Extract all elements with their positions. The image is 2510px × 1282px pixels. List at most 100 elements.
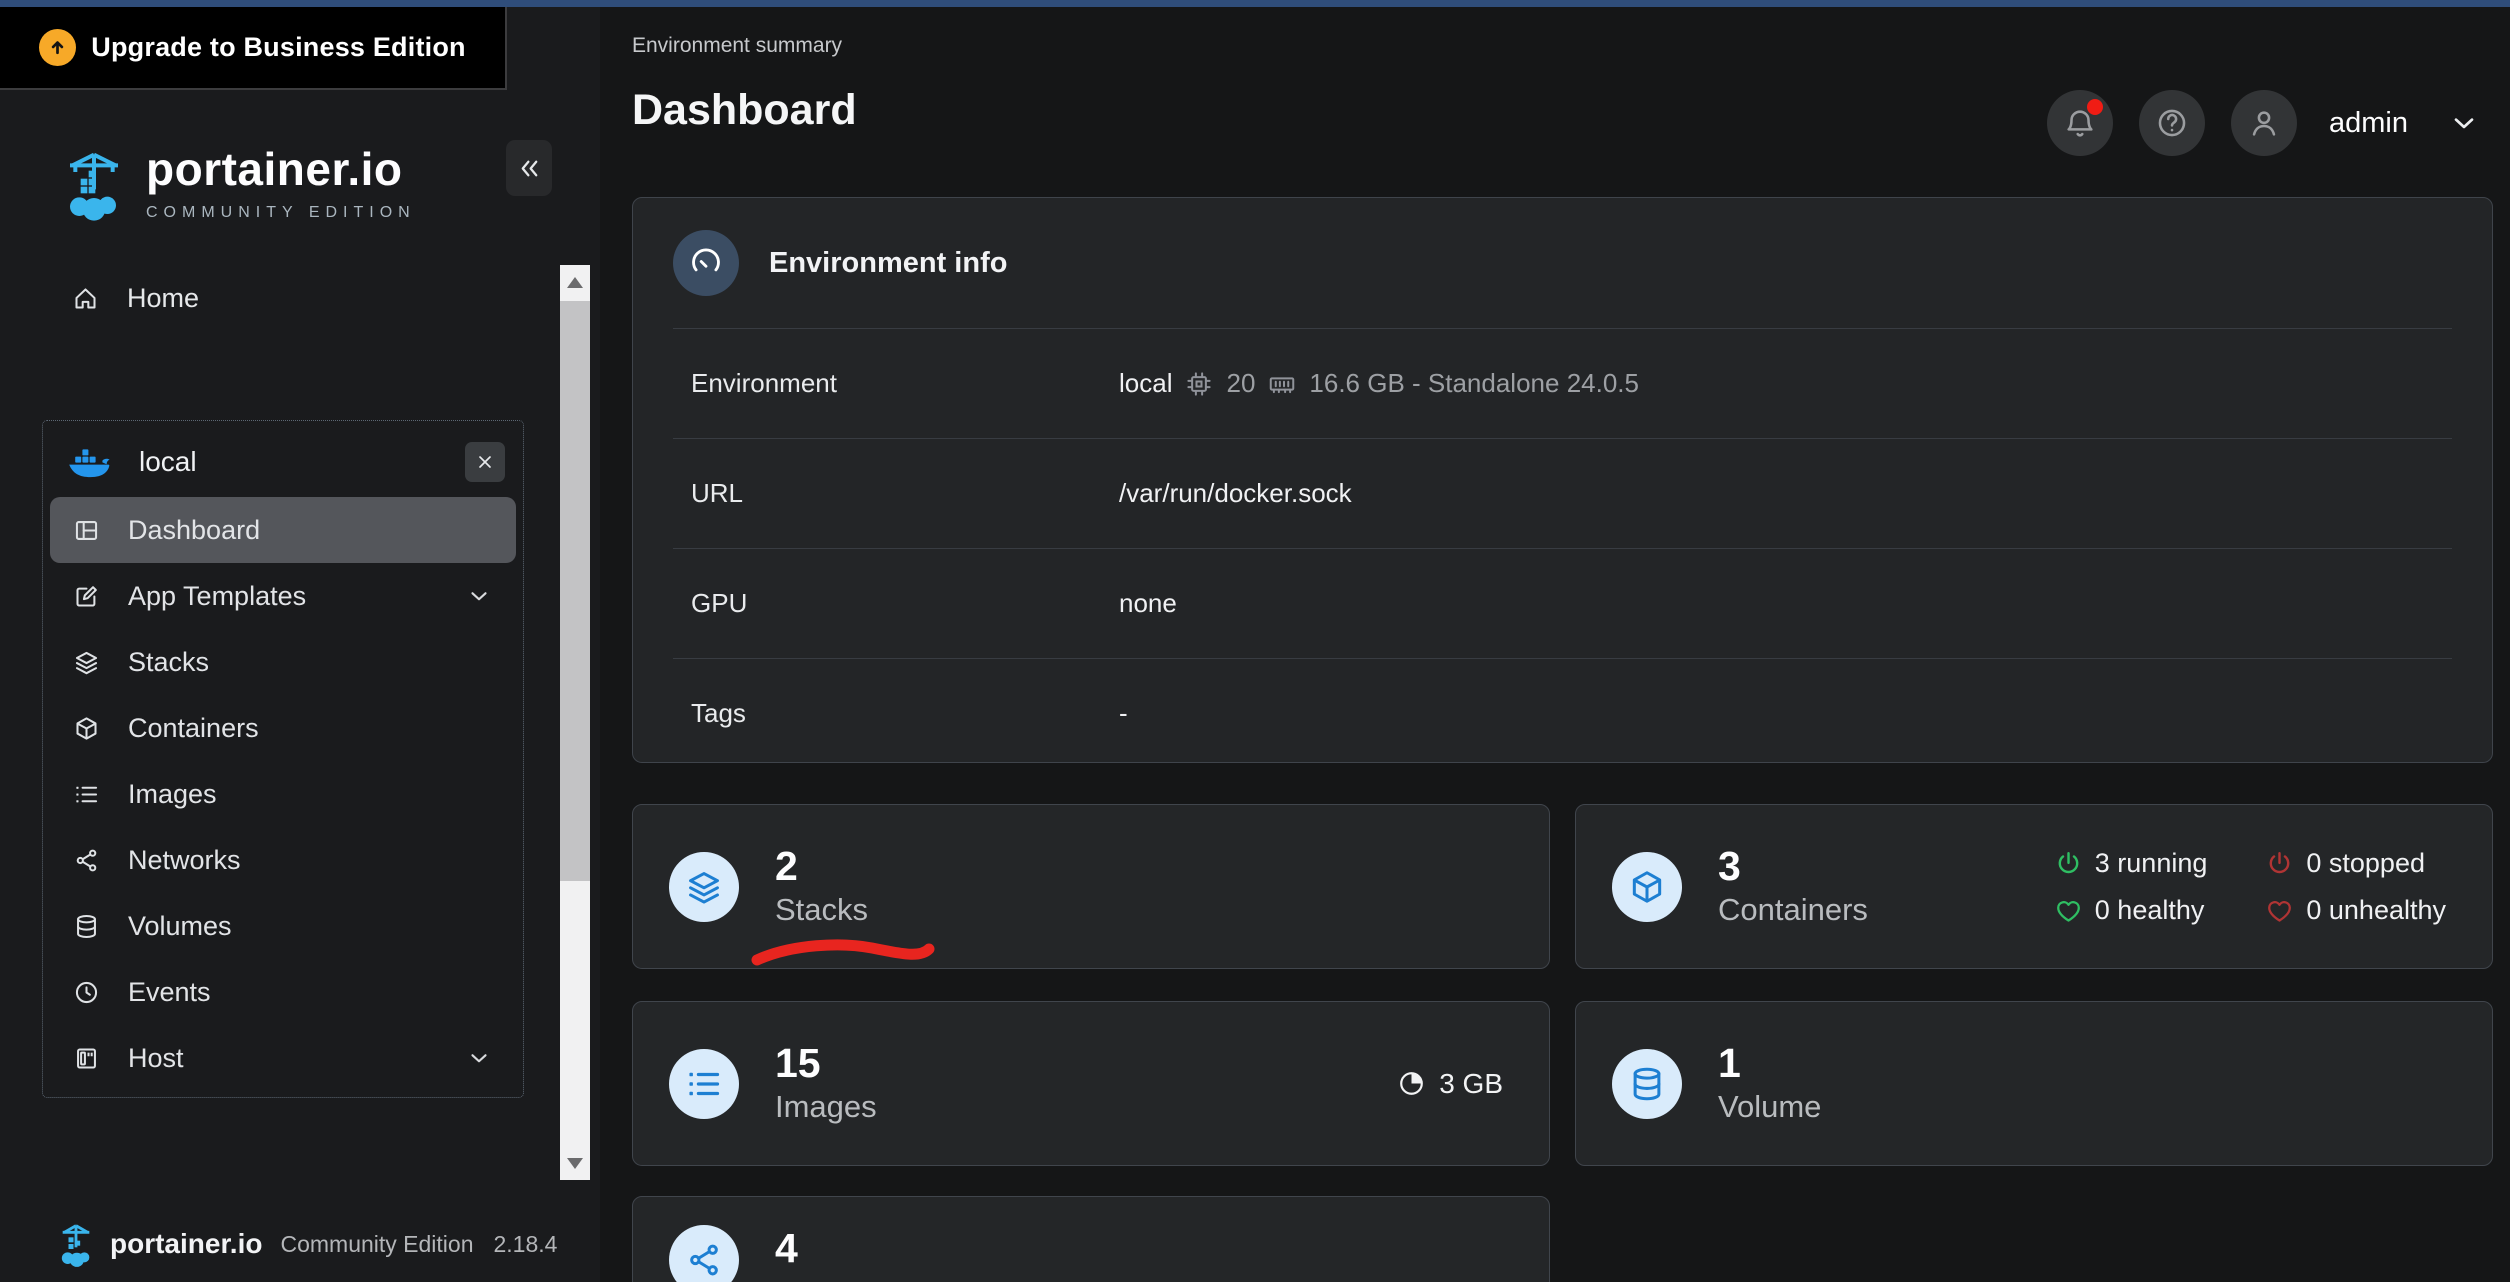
portainer-logo: portainer.io COMMUNITY EDITION (62, 146, 416, 222)
sidebar-item-label: Images (128, 778, 217, 809)
circle-up-arrow-icon (39, 29, 77, 66)
unhealthy-stat: 0 unhealthy (2265, 895, 2446, 926)
sidebar-item-label: Networks (128, 844, 241, 875)
stacks-count: 2 (775, 842, 798, 889)
scrollbar-down-arrow[interactable] (560, 1146, 590, 1180)
header-actions: admin (2047, 90, 2480, 156)
sidebar-item-images[interactable]: Images (50, 761, 516, 827)
environment-name-value: local (1119, 368, 1173, 398)
database-icon (77, 914, 96, 938)
images-size: 3 GB (1397, 1068, 1549, 1100)
username[interactable]: admin (2329, 107, 2408, 140)
cube-icon (1612, 851, 1682, 922)
volumes-label: Volume (1718, 1088, 1822, 1124)
env-row-tags: Tags - (673, 658, 2452, 768)
sidebar-item-label: Host (128, 1042, 184, 1073)
images-card[interactable]: 15 Images 3 GB (632, 1001, 1550, 1166)
triangle-down-icon (567, 1157, 583, 1169)
environment-selector[interactable]: local (43, 427, 523, 497)
brand-name: portainer.io (146, 143, 403, 195)
env-row-label: GPU (691, 588, 748, 618)
upgrade-banner[interactable]: Upgrade to Business Edition (0, 7, 507, 90)
memory-spec: 16.6 GB - Standalone 24.0.5 (1309, 368, 1639, 398)
containers-card[interactable]: 3 Containers 3 running 0 stopped 0 healt… (1575, 804, 2493, 969)
sidebar-footer: portainer.io Community Edition 2.18.4 (56, 1220, 557, 1268)
container-status-grid: 3 running 0 stopped 0 healthy 0 unhealth… (2054, 848, 2492, 926)
stacks-card[interactable]: 2 Stacks (632, 804, 1550, 969)
brand-edition: COMMUNITY EDITION (146, 204, 416, 221)
user-menu-chevron-icon[interactable] (2448, 107, 2480, 139)
volumes-card[interactable]: 1 Volume (1575, 1001, 2493, 1166)
images-count: 15 (775, 1039, 821, 1086)
volumes-count: 1 (1718, 1039, 1741, 1086)
env-row-value: /var/run/docker.sock (1119, 478, 1352, 508)
sidebar-item-host[interactable]: Host (50, 1025, 516, 1091)
images-size-text: 3 GB (1439, 1067, 1503, 1099)
sidebar-item-label: Stacks (128, 646, 210, 677)
sidebar-item-label: Containers (128, 712, 259, 743)
sidebar-item-app-templates[interactable]: App Templates (50, 563, 516, 629)
scrollbar-up-arrow[interactable] (560, 265, 590, 299)
host-server-icon (77, 1047, 96, 1069)
env-row-value: none (1119, 588, 1177, 618)
close-environment-button[interactable] (465, 442, 505, 482)
running-text: 3 running (2094, 847, 2208, 878)
images-label: Images (775, 1088, 877, 1124)
stacks-label: Stacks (775, 891, 869, 927)
sidebar-item-containers[interactable]: Containers (50, 695, 516, 761)
share-nodes-icon (76, 849, 97, 871)
env-row-value: - (1119, 698, 1128, 728)
docker-whale-icon (69, 449, 110, 478)
networks-card[interactable]: 4 (632, 1196, 1550, 1282)
portainer-footer-icon (61, 1224, 90, 1267)
home-icon (75, 287, 96, 309)
gauge-icon (673, 230, 739, 296)
main-content: Environment summary Dashboard admin Envi… (600, 0, 2510, 1282)
env-row-gpu: GPU none (673, 548, 2452, 658)
running-stat: 3 running (2054, 847, 2208, 879)
scrollbar-thumb[interactable] (560, 301, 590, 881)
power-icon (2058, 851, 2079, 873)
sidebar-item-home[interactable]: Home (42, 265, 524, 331)
edit-square-icon (76, 585, 97, 607)
chevron-down-icon[interactable] (466, 583, 492, 609)
heart-icon (2056, 900, 2080, 922)
sidebar-scrollbar[interactable] (560, 265, 590, 1180)
triangle-up-icon (567, 276, 583, 288)
sidebar-item-dashboard[interactable]: Dashboard (50, 497, 516, 563)
layers-icon (75, 651, 98, 674)
share-nodes-icon (669, 1225, 739, 1282)
upgrade-banner-label: Upgrade to Business Edition (91, 32, 466, 62)
portainer-app: Upgrade to Business Edition portainer.io… (0, 0, 2510, 1282)
sidebar-collapse-button[interactable] (506, 140, 552, 196)
question-circle-icon (2158, 109, 2186, 137)
env-row-label: Environment (691, 368, 837, 398)
sidebar: Upgrade to Business Edition portainer.io… (0, 0, 600, 1282)
chevron-down-icon[interactable] (466, 1045, 492, 1071)
sidebar-item-label: Dashboard (128, 514, 261, 545)
memory-icon (1270, 376, 1295, 393)
footer-brand: portainer.io (110, 1228, 263, 1259)
env-row-value: local 20 16.6 GB - Standalone 24.0.5 (1119, 368, 1639, 399)
top-accent-strip (0, 0, 2510, 7)
sidebar-item-events[interactable]: Events (50, 959, 516, 1025)
footer-version: 2.18.4 (493, 1230, 558, 1257)
sidebar-item-volumes[interactable]: Volumes (50, 893, 516, 959)
close-icon (479, 456, 491, 468)
layers-icon (669, 851, 739, 922)
pie-chart-icon (1400, 1072, 1424, 1095)
help-button[interactable] (2139, 90, 2205, 156)
healthy-text: 0 healthy (2094, 894, 2205, 925)
unhealthy-text: 0 unhealthy (2306, 894, 2446, 925)
cpu-icon (1187, 371, 1212, 396)
user-avatar-button[interactable] (2231, 90, 2297, 156)
env-row-label: URL (691, 478, 744, 508)
notifications-button[interactable] (2047, 90, 2113, 156)
env-row-url: URL /var/run/docker.sock (673, 438, 2452, 548)
sidebar-item-networks[interactable]: Networks (50, 827, 516, 893)
heart-icon (2268, 900, 2292, 922)
person-icon (2252, 111, 2276, 136)
notification-badge (2087, 99, 2103, 115)
sidebar-item-stacks[interactable]: Stacks (50, 629, 516, 695)
healthy-stat: 0 healthy (2054, 895, 2208, 926)
